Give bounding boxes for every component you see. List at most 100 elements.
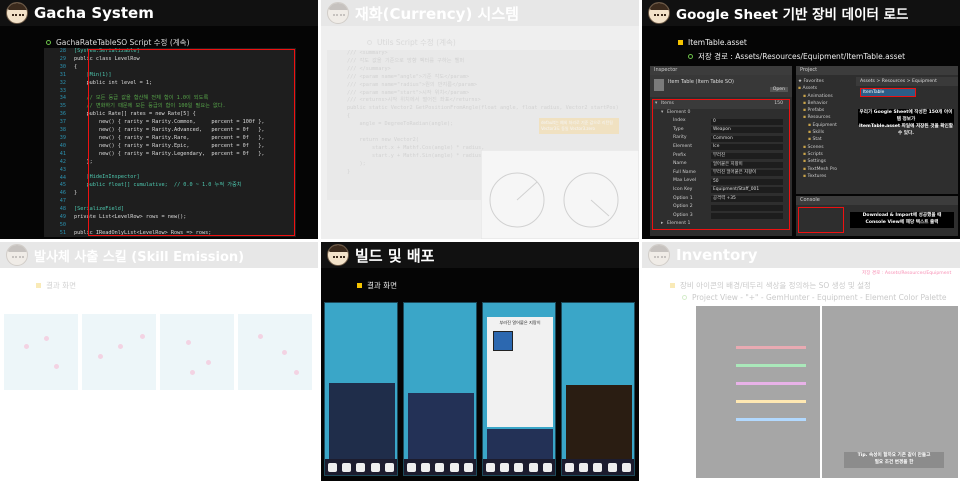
folder-item[interactable]: ▪ Assets — [798, 85, 854, 92]
element-header[interactable]: ▸ Element 1 — [653, 220, 789, 229]
avatar-icon — [648, 244, 670, 266]
element-header[interactable]: ▾ Element 0 — [653, 109, 789, 118]
folder-item[interactable]: ▪ Settings — [798, 158, 854, 165]
line-number: 42 — [59, 158, 66, 165]
line-number: 33 — [59, 87, 66, 94]
field-label: Name — [673, 161, 687, 167]
folder-label: Assets — [802, 86, 818, 92]
folder-label: Equipment — [812, 122, 837, 128]
folder-item[interactable]: ▪ Equipment — [798, 122, 854, 129]
field-row[interactable]: Icon Key Equipment/Staff_001 — [653, 186, 789, 195]
inspector-tab[interactable]: Inspector — [650, 66, 792, 75]
field-value[interactable]: 부러진 — [711, 153, 783, 160]
field-value[interactable]: 얼어붙은 지팡이 — [711, 161, 783, 168]
sub-bullet-item: 저장 경로 : Assets/Resources/Equipment/ItemT… — [688, 51, 905, 62]
field-value[interactable]: Weapon — [711, 127, 783, 134]
bullet-square-icon — [357, 283, 362, 288]
line-number: 48 — [59, 206, 66, 213]
slide-google-sheet-data[interactable]: Google Sheet 기반 장비 데이터 로드 ItemTable.asse… — [642, 0, 960, 239]
field-row[interactable]: Rarity Common — [653, 134, 789, 143]
field-row[interactable]: Prefix 부러진 — [653, 152, 789, 161]
line-number: 44 — [59, 174, 66, 181]
game-screen — [403, 302, 477, 476]
console-panel[interactable]: Console Download & Import에 성공했을 때 Consol… — [796, 196, 958, 236]
shop-panel — [566, 385, 632, 459]
line-number: 41 — [59, 150, 66, 157]
tip-line: 필요 조건 변경을 한 — [874, 460, 914, 465]
folder-item[interactable]: ▪ Resources — [798, 114, 854, 121]
project-panel: Tip. 속성이 할까요 기존 같이 만들고 필요 조건 변경을 한 — [822, 306, 958, 478]
line-number: 35 — [59, 103, 66, 110]
field-value[interactable] — [711, 213, 783, 220]
project-tab[interactable]: Project — [796, 66, 958, 75]
field-row[interactable]: Option 3 — [653, 212, 789, 221]
slide-subtitle: Utils Script 수정 (계속) — [367, 37, 456, 48]
slide-title-bar: Inventory — [642, 242, 960, 268]
favorites-item[interactable]: ★ Favorites — [798, 78, 854, 85]
field-row[interactable]: Max Level 50 — [653, 177, 789, 186]
fold-arrow-icon: ▾ — [661, 109, 664, 115]
folder-item[interactable]: ▪ Animations — [798, 93, 854, 100]
line-number: 51 — [59, 229, 66, 236]
slide-subtitle: GachaRateTableSO Script 수정 (계속) — [46, 37, 190, 48]
line-number: 39 — [59, 134, 66, 141]
folder-item[interactable]: ▪ TextMesh Pro — [798, 166, 854, 173]
slide-build-deploy[interactable]: 빌드 및 배포 결과 화면 부러진 얼어붙은 지팡이 — [321, 242, 639, 481]
color-swatch — [736, 346, 806, 349]
color-swatch — [736, 400, 806, 403]
tip-box: Tip. 속성이 할까요 기존 같이 만들고 필요 조건 변경을 한 — [844, 452, 944, 468]
field-value[interactable]: Ice — [711, 144, 783, 151]
result-screenshot — [238, 314, 312, 390]
field-row[interactable]: Index 0 — [653, 117, 789, 126]
asset-icon — [654, 79, 664, 91]
avatar-icon — [327, 244, 349, 266]
selected-asset[interactable]: ItemTable — [860, 88, 916, 97]
field-value[interactable]: Equipment/Staff_001 — [711, 187, 783, 194]
avatar-icon — [648, 2, 670, 24]
field-value[interactable]: 0 — [711, 118, 783, 125]
folder-item[interactable]: ▪ Textures — [798, 173, 854, 180]
folder-label: Scenes — [807, 144, 824, 150]
items-count: 150 — [774, 101, 783, 106]
field-row[interactable]: Option 2 — [653, 203, 789, 212]
folder-item[interactable]: ▪ Prefabs — [798, 107, 854, 114]
field-value[interactable]: 부러진 얼어붙은 지팡이 — [711, 170, 783, 177]
favorites-label: Favorites — [803, 79, 824, 84]
slide-skill-emission[interactable]: 발사체 사출 스킬 (Skill Emission) 결과 화면 — [0, 242, 318, 481]
field-label: Full Name — [673, 169, 696, 175]
line-number: 34 — [59, 95, 66, 102]
folder-item[interactable]: ▪ Scenes — [798, 144, 854, 151]
slide-inventory[interactable]: Inventory 장비 아이콘의 배경/테두리 색상을 정의하는 SO 생성 … — [642, 242, 960, 481]
item-icon — [493, 331, 513, 351]
field-value[interactable] — [711, 204, 783, 211]
project-panel[interactable]: Project ★ Favorites ▪ Assets ▪ Animations… — [796, 66, 958, 194]
field-row[interactable]: Name 얼어붙은 지팡이 — [653, 160, 789, 169]
result-screenshot — [4, 314, 78, 390]
items-header[interactable]: ▾ Items 150 — [653, 100, 789, 109]
field-row[interactable]: Option 1 공격력 +35 — [653, 195, 789, 204]
field-row[interactable]: Full Name 부러진 얼어붙은 지팡이 — [653, 169, 789, 178]
field-value[interactable]: 50 — [711, 178, 783, 185]
folder-label: Behavior — [807, 100, 828, 106]
folder-item[interactable]: ▪ Skills — [798, 129, 854, 136]
folder-item[interactable]: ▪ Behavior — [798, 100, 854, 107]
folder-item[interactable]: ▪ Scripts — [798, 151, 854, 158]
slide-currency-system[interactable]: 재화(Currency) 시스템 Utils Script 수정 (계속) //… — [321, 0, 639, 239]
equipment-grid — [408, 393, 474, 459]
slide-title: 발사체 사출 스킬 (Skill Emission) — [34, 249, 245, 265]
field-value[interactable]: 공격력 +35 — [711, 196, 783, 203]
open-button[interactable]: Open — [769, 87, 788, 92]
field-row[interactable]: Type Weapon — [653, 126, 789, 135]
bullet-ring-icon — [367, 40, 372, 45]
bullet-ring-icon — [46, 40, 51, 45]
folder-item[interactable]: ▪ Stat — [798, 136, 854, 143]
slide-title-bar: Gacha System — [0, 0, 318, 26]
slide-gacha-system[interactable]: Gacha System GachaRateTableSO Script 수정 … — [0, 0, 318, 239]
inspector-panel[interactable]: Inspector Item Table (Item Table SO) Ope… — [650, 66, 792, 236]
field-row[interactable]: Element Ice — [653, 143, 789, 152]
console-tab[interactable]: Console — [796, 196, 958, 205]
breadcrumb[interactable]: Assets > Resources > Equipment — [856, 77, 958, 86]
field-value[interactable]: Common — [711, 135, 783, 142]
code-line: /// <returns>시작 위치에서 떨어진 좌표</returns> — [347, 97, 481, 104]
project-tree[interactable]: ★ Favorites ▪ Assets ▪ Animations ▪ Behavi… — [798, 78, 854, 180]
